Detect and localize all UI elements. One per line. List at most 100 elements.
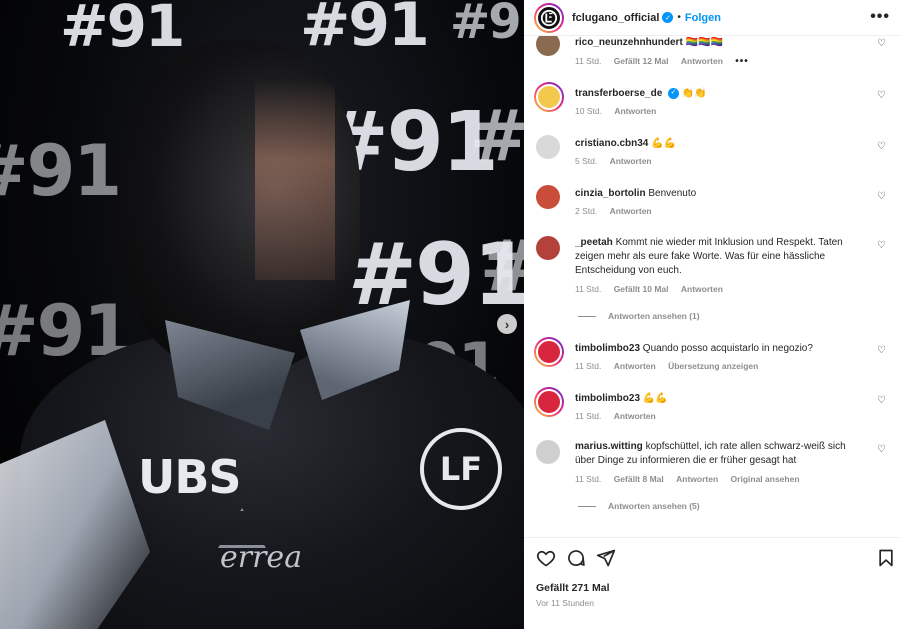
sponsor-logo: UBS: [138, 450, 242, 504]
comment-username[interactable]: cristiano.cbn34: [575, 138, 648, 149]
reply-button[interactable]: Antworten: [614, 106, 656, 116]
comment-time: 5 Std.: [575, 156, 598, 166]
share-icon[interactable]: [596, 548, 616, 568]
club-logo-icon: [540, 9, 558, 26]
post-username[interactable]: fclugano_official: [572, 12, 659, 24]
comment-text: 💪💪: [651, 138, 677, 149]
comment-meta: 11 Std. Gefällt 8 Mal Antworten Original…: [575, 474, 810, 484]
view-replies-button[interactable]: Antworten ansehen (1): [578, 311, 700, 321]
comment-body: marius.witting kopfschüttel, ich rate al…: [575, 440, 865, 468]
avatar[interactable]: [536, 236, 560, 260]
view-replies-button[interactable]: Antworten ansehen (5): [578, 501, 700, 511]
see-original-button[interactable]: Original ansehen: [731, 474, 800, 484]
comment-body: cinzia_bortolin Benvenuto: [575, 187, 875, 201]
like-count[interactable]: Gefällt 271 Mal: [536, 582, 610, 594]
comment-time: 2 Std.: [575, 206, 598, 216]
reply-button[interactable]: Antworten: [614, 411, 656, 421]
reply-button[interactable]: Antworten: [610, 206, 652, 216]
comment-likes[interactable]: Gefällt 8 Mal: [614, 474, 664, 484]
view-replies-label: Antworten ansehen (1): [608, 311, 700, 321]
story-ring[interactable]: [534, 82, 564, 112]
avatar[interactable]: [536, 135, 560, 159]
comment-options-icon[interactable]: •••: [735, 56, 749, 67]
comment-username[interactable]: timbolimbo23: [575, 343, 640, 354]
like-heart-icon[interactable]: ♡: [877, 240, 886, 251]
comments-list[interactable]: rico_neunzehnhundert 🏳️‍🌈🏳️‍🌈🏳️‍🌈 11 Std…: [524, 36, 900, 536]
hashtag-projection: #91: [60, 0, 185, 60]
like-heart-icon[interactable]: ♡: [877, 141, 886, 152]
avatar: [536, 389, 562, 415]
avatar: [536, 84, 562, 110]
translate-button[interactable]: Übersetzung anzeigen: [668, 361, 758, 371]
comment-username[interactable]: marius.witting: [575, 441, 643, 452]
comment-meta: 11 Std. Gefällt 12 Mal Antworten •••: [575, 56, 759, 67]
comment-body: cristiano.cbn34 💪💪: [575, 137, 875, 151]
comment-body: timbolimbo23 Quando posso acquistarlo in…: [575, 342, 875, 356]
comment-text: 🏳️‍🌈🏳️‍🌈🏳️‍🌈: [685, 37, 723, 48]
avatar[interactable]: [536, 440, 560, 464]
story-ring[interactable]: [534, 387, 564, 417]
comment-meta: 11 Std. Antworten Übersetzung anzeigen: [575, 361, 768, 371]
comment-time: 11 Std.: [575, 411, 602, 421]
comment-text: 💪💪: [642, 393, 668, 404]
comment-text: 👏👏: [681, 88, 707, 99]
comment-username[interactable]: rico_neunzehnhundert: [575, 37, 683, 48]
next-image-button[interactable]: ›: [497, 314, 517, 334]
comment-likes[interactable]: Gefällt 12 Mal: [614, 56, 669, 66]
club-badge: LF: [420, 428, 502, 510]
comment-body: _peetah Kommt nie wieder mit Inklusion u…: [575, 236, 865, 278]
comment-body: transferboerse_de ✓ 👏👏: [575, 87, 875, 101]
comment-body: rico_neunzehnhundert 🏳️‍🌈🏳️‍🌈🏳️‍🌈: [575, 36, 875, 50]
reply-button[interactable]: Antworten: [676, 474, 718, 484]
separator: •: [677, 12, 681, 23]
comment-text: Benvenuto: [648, 188, 697, 199]
post-header: fclugano_official ✓ • Folgen •••: [524, 0, 900, 36]
comment-username[interactable]: _peetah: [575, 237, 613, 248]
replies-divider: [578, 316, 596, 318]
comment-meta: 11 Std. Antworten: [575, 411, 666, 421]
comment-meta: 5 Std. Antworten: [575, 156, 662, 166]
like-heart-icon[interactable]: ♡: [877, 191, 886, 202]
avatar[interactable]: [536, 185, 560, 209]
reply-button[interactable]: Antworten: [610, 156, 652, 166]
face-light: [255, 80, 335, 280]
verified-icon: ✓: [662, 12, 674, 23]
follow-button[interactable]: Folgen: [685, 12, 721, 24]
post-sidebar: fclugano_official ✓ • Folgen ••• rico_ne…: [524, 0, 900, 629]
chevron-right-icon: ›: [504, 316, 510, 332]
like-heart-icon[interactable]: ♡: [877, 345, 886, 356]
comment-likes[interactable]: Gefällt 10 Mal: [614, 284, 669, 294]
comment-time: 11 Std.: [575, 284, 602, 294]
hashtag-projection: #91: [0, 130, 122, 212]
comment-time: 11 Std.: [575, 361, 602, 371]
comment-icon[interactable]: [566, 548, 586, 568]
bookmark-icon[interactable]: [876, 548, 896, 568]
comment-time: 10 Std.: [575, 106, 602, 116]
like-heart-icon[interactable]: ♡: [877, 38, 886, 49]
comment-text: Kommt nie wieder mit Inklusion und Respe…: [575, 237, 843, 276]
hashtag-projection: #9: [480, 225, 524, 307]
view-replies-label: Antworten ansehen (5): [608, 501, 700, 511]
like-heart-icon[interactable]: ♡: [877, 444, 886, 455]
like-heart-icon[interactable]: ♡: [877, 395, 886, 406]
reply-button[interactable]: Antworten: [681, 56, 723, 66]
verified-icon: ✓: [668, 87, 680, 99]
more-options-icon[interactable]: •••: [870, 8, 890, 26]
story-ring[interactable]: [534, 337, 564, 367]
heart-icon[interactable]: [536, 548, 556, 568]
comment-username[interactable]: transferboerse_de: [575, 88, 662, 99]
story-ring[interactable]: [534, 2, 564, 33]
avatar: [536, 339, 562, 365]
avatar[interactable]: [536, 36, 560, 56]
hashtag-projection: #91: [450, 0, 524, 50]
replies-divider: [578, 506, 596, 508]
comment-username[interactable]: cinzia_bortolin: [575, 188, 646, 199]
comment-username[interactable]: timbolimbo23: [575, 393, 640, 404]
hashtag-projection: #91: [300, 0, 430, 60]
kit-brand: errea: [220, 540, 303, 575]
reply-button[interactable]: Antworten: [681, 284, 723, 294]
post-actions: Gefällt 271 Mal Vor 11 Stunden: [524, 537, 900, 629]
post-photo[interactable]: #91 #91 #91 #91 #9 #91 #9 #91 #91 #91 UB…: [0, 0, 524, 629]
like-heart-icon[interactable]: ♡: [877, 90, 886, 101]
reply-button[interactable]: Antworten: [614, 361, 656, 371]
